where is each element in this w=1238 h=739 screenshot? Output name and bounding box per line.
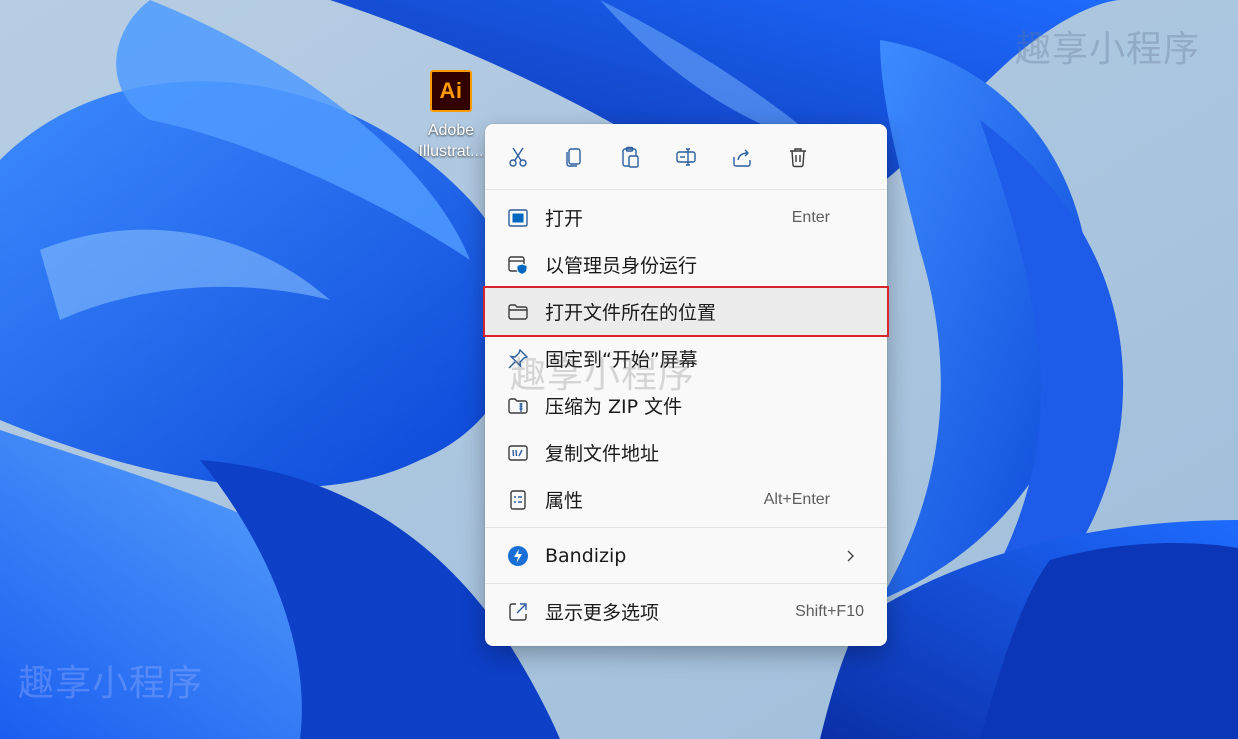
- share-button[interactable]: [727, 137, 783, 177]
- illustrator-app-icon: Ai: [430, 70, 472, 112]
- menu-item-label: 打开: [545, 208, 584, 230]
- menu-item-label: 以管理员身份运行: [545, 255, 698, 277]
- menu-item-label: Bandizip: [545, 544, 627, 567]
- menu-item-shortcut: Enter: [791, 208, 830, 226]
- menu-item-properties[interactable]: 属性 Alt+Enter: [493, 476, 879, 523]
- menu-item-show-more-options[interactable]: 显示更多选项 Shift+F10: [493, 588, 879, 635]
- rename-icon: [676, 147, 696, 166]
- menu-item-label: 复制文件地址: [545, 443, 660, 465]
- menu-item-label: 压缩为 ZIP 文件: [545, 396, 683, 418]
- menu-item-label: 属性: [545, 490, 584, 512]
- scissors-icon: [509, 147, 527, 167]
- rename-button[interactable]: [671, 137, 727, 177]
- folder-icon: [506, 300, 530, 324]
- pin-icon: [506, 347, 530, 371]
- share-icon: [733, 149, 751, 167]
- context-menu: 打开 Enter 以管理员身份运行 打开文件所在的位置 固定到“开始”屏幕 压缩…: [483, 124, 889, 646]
- menu-item-copy-path[interactable]: 复制文件地址: [493, 429, 879, 476]
- menu-item-compress-zip[interactable]: 压缩为 ZIP 文件: [493, 382, 879, 429]
- menu-item-label: 打开文件所在的位置: [545, 302, 717, 324]
- menu-item-label: 固定到“开始”屏幕: [545, 349, 698, 371]
- menu-item-shortcut: Alt+Enter: [763, 490, 830, 508]
- copy-button[interactable]: [559, 137, 615, 177]
- trash-icon: [790, 147, 806, 167]
- menu-item-bandizip[interactable]: Bandizip: [493, 532, 879, 579]
- menu-item-label: 显示更多选项: [545, 602, 660, 624]
- zip-folder-icon: [506, 394, 530, 418]
- bandizip-icon: [506, 544, 530, 568]
- delete-button[interactable]: [783, 137, 839, 177]
- menu-item-run-as-admin[interactable]: 以管理员身份运行: [493, 241, 879, 288]
- open-app-icon: [506, 206, 530, 230]
- admin-shield-icon: [506, 253, 530, 277]
- menu-item-open[interactable]: 打开 Enter: [493, 194, 879, 241]
- menu-item-pin-to-start[interactable]: 固定到“开始”屏幕: [493, 335, 879, 382]
- menu-group-more: 显示更多选项 Shift+F10: [485, 584, 887, 639]
- menu-group-main: 打开 Enter 以管理员身份运行 打开文件所在的位置 固定到“开始”屏幕 压缩…: [483, 190, 889, 528]
- quick-action-bar: [485, 124, 887, 190]
- cut-button[interactable]: [503, 137, 559, 177]
- paste-button[interactable]: [615, 137, 671, 177]
- properties-icon: [506, 488, 530, 512]
- menu-item-open-file-location[interactable]: 打开文件所在的位置: [483, 286, 889, 337]
- copy-path-icon: [506, 441, 530, 465]
- menu-group-extensions: Bandizip: [485, 528, 887, 584]
- desktop-shortcut-illustrator[interactable]: Ai Adobe Illustrat...: [412, 70, 490, 162]
- chevron-right-icon: [847, 550, 854, 561]
- copy-icon: [566, 147, 581, 167]
- desktop-shortcut-caption: Adobe Illustrat...: [418, 122, 484, 160]
- external-link-icon: [506, 600, 530, 624]
- menu-item-shortcut: Shift+F10: [795, 602, 864, 620]
- paste-icon: [622, 146, 639, 168]
